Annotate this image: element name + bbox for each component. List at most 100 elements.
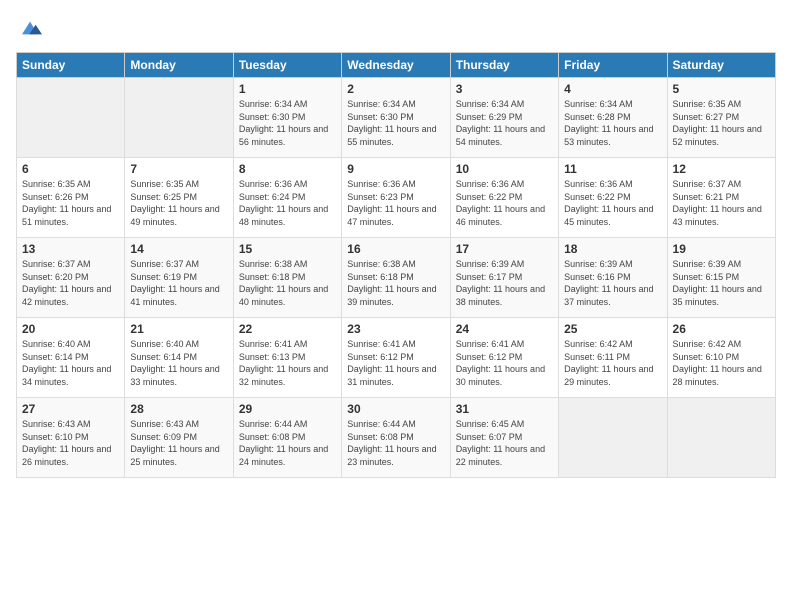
calendar-table: SundayMondayTuesdayWednesdayThursdayFrid… [16,52,776,478]
day-number: 25 [564,322,661,336]
day-info: Sunrise: 6:37 AM Sunset: 6:19 PM Dayligh… [130,258,227,308]
day-number: 20 [22,322,119,336]
day-number: 10 [456,162,553,176]
day-number: 14 [130,242,227,256]
calendar-body: 1 Sunrise: 6:34 AM Sunset: 6:30 PM Dayli… [17,78,776,478]
day-cell: 23 Sunrise: 6:41 AM Sunset: 6:12 PM Dayl… [342,318,450,398]
day-cell: 21 Sunrise: 6:40 AM Sunset: 6:14 PM Dayl… [125,318,233,398]
day-number: 26 [673,322,770,336]
day-cell: 12 Sunrise: 6:37 AM Sunset: 6:21 PM Dayl… [667,158,775,238]
day-info: Sunrise: 6:41 AM Sunset: 6:13 PM Dayligh… [239,338,336,388]
day-cell: 13 Sunrise: 6:37 AM Sunset: 6:20 PM Dayl… [17,238,125,318]
day-cell [125,78,233,158]
day-number: 19 [673,242,770,256]
day-info: Sunrise: 6:41 AM Sunset: 6:12 PM Dayligh… [347,338,444,388]
day-cell: 31 Sunrise: 6:45 AM Sunset: 6:07 PM Dayl… [450,398,558,478]
day-cell [667,398,775,478]
week-row-4: 27 Sunrise: 6:43 AM Sunset: 6:10 PM Dayl… [17,398,776,478]
day-number: 22 [239,322,336,336]
header-cell-saturday: Saturday [667,53,775,78]
day-info: Sunrise: 6:35 AM Sunset: 6:26 PM Dayligh… [22,178,119,228]
header [16,16,776,40]
day-cell [17,78,125,158]
day-info: Sunrise: 6:38 AM Sunset: 6:18 PM Dayligh… [239,258,336,308]
header-cell-tuesday: Tuesday [233,53,341,78]
day-info: Sunrise: 6:40 AM Sunset: 6:14 PM Dayligh… [22,338,119,388]
day-number: 17 [456,242,553,256]
day-info: Sunrise: 6:40 AM Sunset: 6:14 PM Dayligh… [130,338,227,388]
header-cell-wednesday: Wednesday [342,53,450,78]
day-number: 15 [239,242,336,256]
day-info: Sunrise: 6:34 AM Sunset: 6:30 PM Dayligh… [347,98,444,148]
day-number: 8 [239,162,336,176]
header-cell-friday: Friday [559,53,667,78]
day-number: 18 [564,242,661,256]
day-info: Sunrise: 6:45 AM Sunset: 6:07 PM Dayligh… [456,418,553,468]
day-number: 30 [347,402,444,416]
day-cell [559,398,667,478]
day-cell: 27 Sunrise: 6:43 AM Sunset: 6:10 PM Dayl… [17,398,125,478]
day-number: 7 [130,162,227,176]
day-number: 28 [130,402,227,416]
day-cell: 30 Sunrise: 6:44 AM Sunset: 6:08 PM Dayl… [342,398,450,478]
day-info: Sunrise: 6:38 AM Sunset: 6:18 PM Dayligh… [347,258,444,308]
day-info: Sunrise: 6:36 AM Sunset: 6:23 PM Dayligh… [347,178,444,228]
day-info: Sunrise: 6:43 AM Sunset: 6:10 PM Dayligh… [22,418,119,468]
header-cell-monday: Monday [125,53,233,78]
logo-icon [18,16,42,40]
day-number: 27 [22,402,119,416]
day-cell: 26 Sunrise: 6:42 AM Sunset: 6:10 PM Dayl… [667,318,775,398]
day-cell: 18 Sunrise: 6:39 AM Sunset: 6:16 PM Dayl… [559,238,667,318]
day-number: 21 [130,322,227,336]
day-info: Sunrise: 6:34 AM Sunset: 6:29 PM Dayligh… [456,98,553,148]
day-number: 12 [673,162,770,176]
day-number: 13 [22,242,119,256]
day-number: 4 [564,82,661,96]
day-cell: 1 Sunrise: 6:34 AM Sunset: 6:30 PM Dayli… [233,78,341,158]
day-info: Sunrise: 6:35 AM Sunset: 6:27 PM Dayligh… [673,98,770,148]
day-number: 2 [347,82,444,96]
day-number: 6 [22,162,119,176]
day-cell: 10 Sunrise: 6:36 AM Sunset: 6:22 PM Dayl… [450,158,558,238]
day-cell: 29 Sunrise: 6:44 AM Sunset: 6:08 PM Dayl… [233,398,341,478]
day-cell: 7 Sunrise: 6:35 AM Sunset: 6:25 PM Dayli… [125,158,233,238]
day-cell: 6 Sunrise: 6:35 AM Sunset: 6:26 PM Dayli… [17,158,125,238]
day-cell: 8 Sunrise: 6:36 AM Sunset: 6:24 PM Dayli… [233,158,341,238]
day-cell: 5 Sunrise: 6:35 AM Sunset: 6:27 PM Dayli… [667,78,775,158]
day-info: Sunrise: 6:41 AM Sunset: 6:12 PM Dayligh… [456,338,553,388]
day-info: Sunrise: 6:36 AM Sunset: 6:24 PM Dayligh… [239,178,336,228]
day-cell: 25 Sunrise: 6:42 AM Sunset: 6:11 PM Dayl… [559,318,667,398]
day-cell: 3 Sunrise: 6:34 AM Sunset: 6:29 PM Dayli… [450,78,558,158]
day-info: Sunrise: 6:42 AM Sunset: 6:10 PM Dayligh… [673,338,770,388]
day-number: 29 [239,402,336,416]
page-container: SundayMondayTuesdayWednesdayThursdayFrid… [0,0,792,486]
day-info: Sunrise: 6:36 AM Sunset: 6:22 PM Dayligh… [564,178,661,228]
day-info: Sunrise: 6:44 AM Sunset: 6:08 PM Dayligh… [347,418,444,468]
day-info: Sunrise: 6:39 AM Sunset: 6:16 PM Dayligh… [564,258,661,308]
day-info: Sunrise: 6:42 AM Sunset: 6:11 PM Dayligh… [564,338,661,388]
day-cell: 22 Sunrise: 6:41 AM Sunset: 6:13 PM Dayl… [233,318,341,398]
header-cell-sunday: Sunday [17,53,125,78]
day-cell: 11 Sunrise: 6:36 AM Sunset: 6:22 PM Dayl… [559,158,667,238]
day-cell: 9 Sunrise: 6:36 AM Sunset: 6:23 PM Dayli… [342,158,450,238]
calendar-header-row: SundayMondayTuesdayWednesdayThursdayFrid… [17,53,776,78]
day-info: Sunrise: 6:34 AM Sunset: 6:28 PM Dayligh… [564,98,661,148]
week-row-2: 13 Sunrise: 6:37 AM Sunset: 6:20 PM Dayl… [17,238,776,318]
day-number: 24 [456,322,553,336]
day-cell: 15 Sunrise: 6:38 AM Sunset: 6:18 PM Dayl… [233,238,341,318]
day-info: Sunrise: 6:34 AM Sunset: 6:30 PM Dayligh… [239,98,336,148]
day-info: Sunrise: 6:43 AM Sunset: 6:09 PM Dayligh… [130,418,227,468]
day-info: Sunrise: 6:37 AM Sunset: 6:20 PM Dayligh… [22,258,119,308]
day-number: 16 [347,242,444,256]
day-cell: 28 Sunrise: 6:43 AM Sunset: 6:09 PM Dayl… [125,398,233,478]
day-number: 23 [347,322,444,336]
week-row-0: 1 Sunrise: 6:34 AM Sunset: 6:30 PM Dayli… [17,78,776,158]
day-info: Sunrise: 6:39 AM Sunset: 6:17 PM Dayligh… [456,258,553,308]
day-number: 3 [456,82,553,96]
day-number: 1 [239,82,336,96]
day-cell: 24 Sunrise: 6:41 AM Sunset: 6:12 PM Dayl… [450,318,558,398]
day-number: 5 [673,82,770,96]
day-cell: 17 Sunrise: 6:39 AM Sunset: 6:17 PM Dayl… [450,238,558,318]
day-cell: 20 Sunrise: 6:40 AM Sunset: 6:14 PM Dayl… [17,318,125,398]
day-cell: 16 Sunrise: 6:38 AM Sunset: 6:18 PM Dayl… [342,238,450,318]
